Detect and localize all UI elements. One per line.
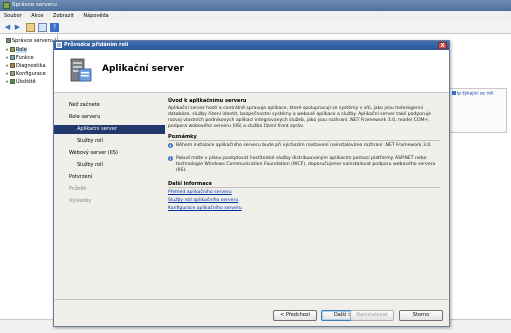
cancel-button[interactable]: Storno — [399, 310, 443, 321]
wizard-heading: Aplikační server — [102, 64, 184, 74]
link-prehled[interactable]: Přehled aplikačního serveru — [168, 190, 232, 196]
wizard-title-bar[interactable]: Průvodce přidáním rolí X — [54, 41, 449, 50]
back-button[interactable]: < Předchozí — [273, 310, 317, 321]
note-text: Pokud máte v plánu poskytovat hostitelsk… — [176, 156, 436, 173]
wizard-title: Průvodce přidáním rolí — [64, 42, 129, 48]
help-link-icon — [452, 91, 456, 95]
folder-icon[interactable] — [26, 23, 35, 32]
tree-item-funkce[interactable]: + Funkce — [4, 54, 34, 61]
main-window-title: Správce serveru — [12, 2, 57, 8]
menu-zobrazit[interactable]: Zobrazit — [49, 11, 78, 21]
step-aplikacni-server[interactable]: Aplikační server — [54, 125, 165, 134]
wizard-header: Aplikační server — [54, 50, 449, 93]
back-arrow-icon[interactable]: ◀ — [3, 23, 12, 32]
toolbar: ◀ ▶ ? — [0, 21, 511, 34]
wizard-steps: Než začnete Role serveru Aplikační serve… — [54, 93, 165, 298]
tree-item-server-manager[interactable]: Správce serveru (... — [0, 38, 61, 45]
tree-item-label: Diagnostika — [16, 63, 46, 69]
step-webovy-server[interactable]: Webový server (IIS) — [54, 149, 165, 158]
tree-item-role[interactable]: + Role — [4, 46, 27, 53]
notes-separator — [168, 140, 440, 141]
menu-soubor[interactable]: Soubor — [0, 11, 26, 21]
roles-icon — [10, 47, 15, 52]
wizard-button-bar: < Předchozí Další > Nainstalovat Storno — [54, 299, 449, 326]
info-icon: i — [168, 156, 173, 161]
help-icon[interactable]: ? — [50, 23, 59, 32]
menu-akce[interactable]: Akce — [27, 11, 47, 21]
step-vysledky: Výsledky — [69, 198, 92, 204]
step-sluzby-roli-iis[interactable]: Služby rolí — [54, 161, 165, 170]
server-icon — [6, 38, 11, 43]
wizard-content: Úvod k aplikačnímu serveru Aplikační ser… — [168, 93, 442, 298]
menu-napoveda[interactable]: Nápověda — [79, 11, 112, 21]
tree-item-label: Funkce — [16, 55, 34, 61]
tree-item-label: Role — [16, 47, 27, 53]
properties-icon[interactable] — [38, 23, 47, 32]
link-sluzby-roli[interactable]: Služby rolí aplikačního serveru — [168, 198, 238, 204]
note-text: Během instalace aplikačního serveru bude… — [176, 143, 432, 148]
menu-bar: Soubor Akce Zobrazit Nápověda — [0, 11, 511, 21]
main-title-bar: Správce serveru — [0, 0, 511, 11]
info-separator — [168, 187, 440, 188]
server-manager-icon — [3, 2, 10, 9]
wizard-icon — [56, 42, 62, 48]
tree-item-konfigurace[interactable]: + Konfigurace — [4, 70, 46, 77]
step-sluzby-roli-app[interactable]: Služby rolí — [54, 137, 165, 146]
step-nez-zacnete[interactable]: Než začnete — [54, 101, 165, 110]
intro-title: Úvod k aplikačnímu serveru — [168, 98, 247, 104]
tree-item-diagnostika[interactable]: + Diagnostika — [4, 62, 46, 69]
roles-help-link-label: lp týkající se rolí — [457, 91, 494, 97]
configuration-icon — [10, 71, 15, 76]
step-potvrzeni[interactable]: Potvrzení — [54, 173, 165, 182]
info-icon: i — [168, 143, 173, 148]
roles-help-link[interactable]: lp týkající se rolí — [452, 91, 493, 97]
close-button[interactable]: X — [438, 42, 447, 49]
application-server-icon — [70, 58, 92, 82]
diagnostics-icon — [10, 63, 15, 68]
step-prubeh: Průběh — [69, 186, 87, 192]
tree-item-label: Konfigurace — [16, 71, 46, 77]
features-icon — [10, 55, 15, 60]
storage-icon — [10, 79, 15, 84]
forward-arrow-icon[interactable]: ▶ — [13, 23, 22, 32]
intro-text: Aplikační server hostí a centrálně sprav… — [168, 106, 431, 129]
add-roles-wizard: Průvodce přidáním rolí X Aplikační serve… — [53, 40, 450, 327]
link-konfigurace[interactable]: Konfigurace aplikačního serveru — [168, 206, 242, 212]
install-button: Nainstalovat — [350, 310, 394, 321]
step-role-serveru[interactable]: Role serveru — [54, 113, 165, 122]
tree-item-label: Úložiště — [16, 79, 36, 85]
navigation-tree: Správce serveru (... + Role + Funkce + Diag… — [0, 34, 61, 319]
tree-item-uloziste[interactable]: + Úložiště — [4, 78, 36, 85]
